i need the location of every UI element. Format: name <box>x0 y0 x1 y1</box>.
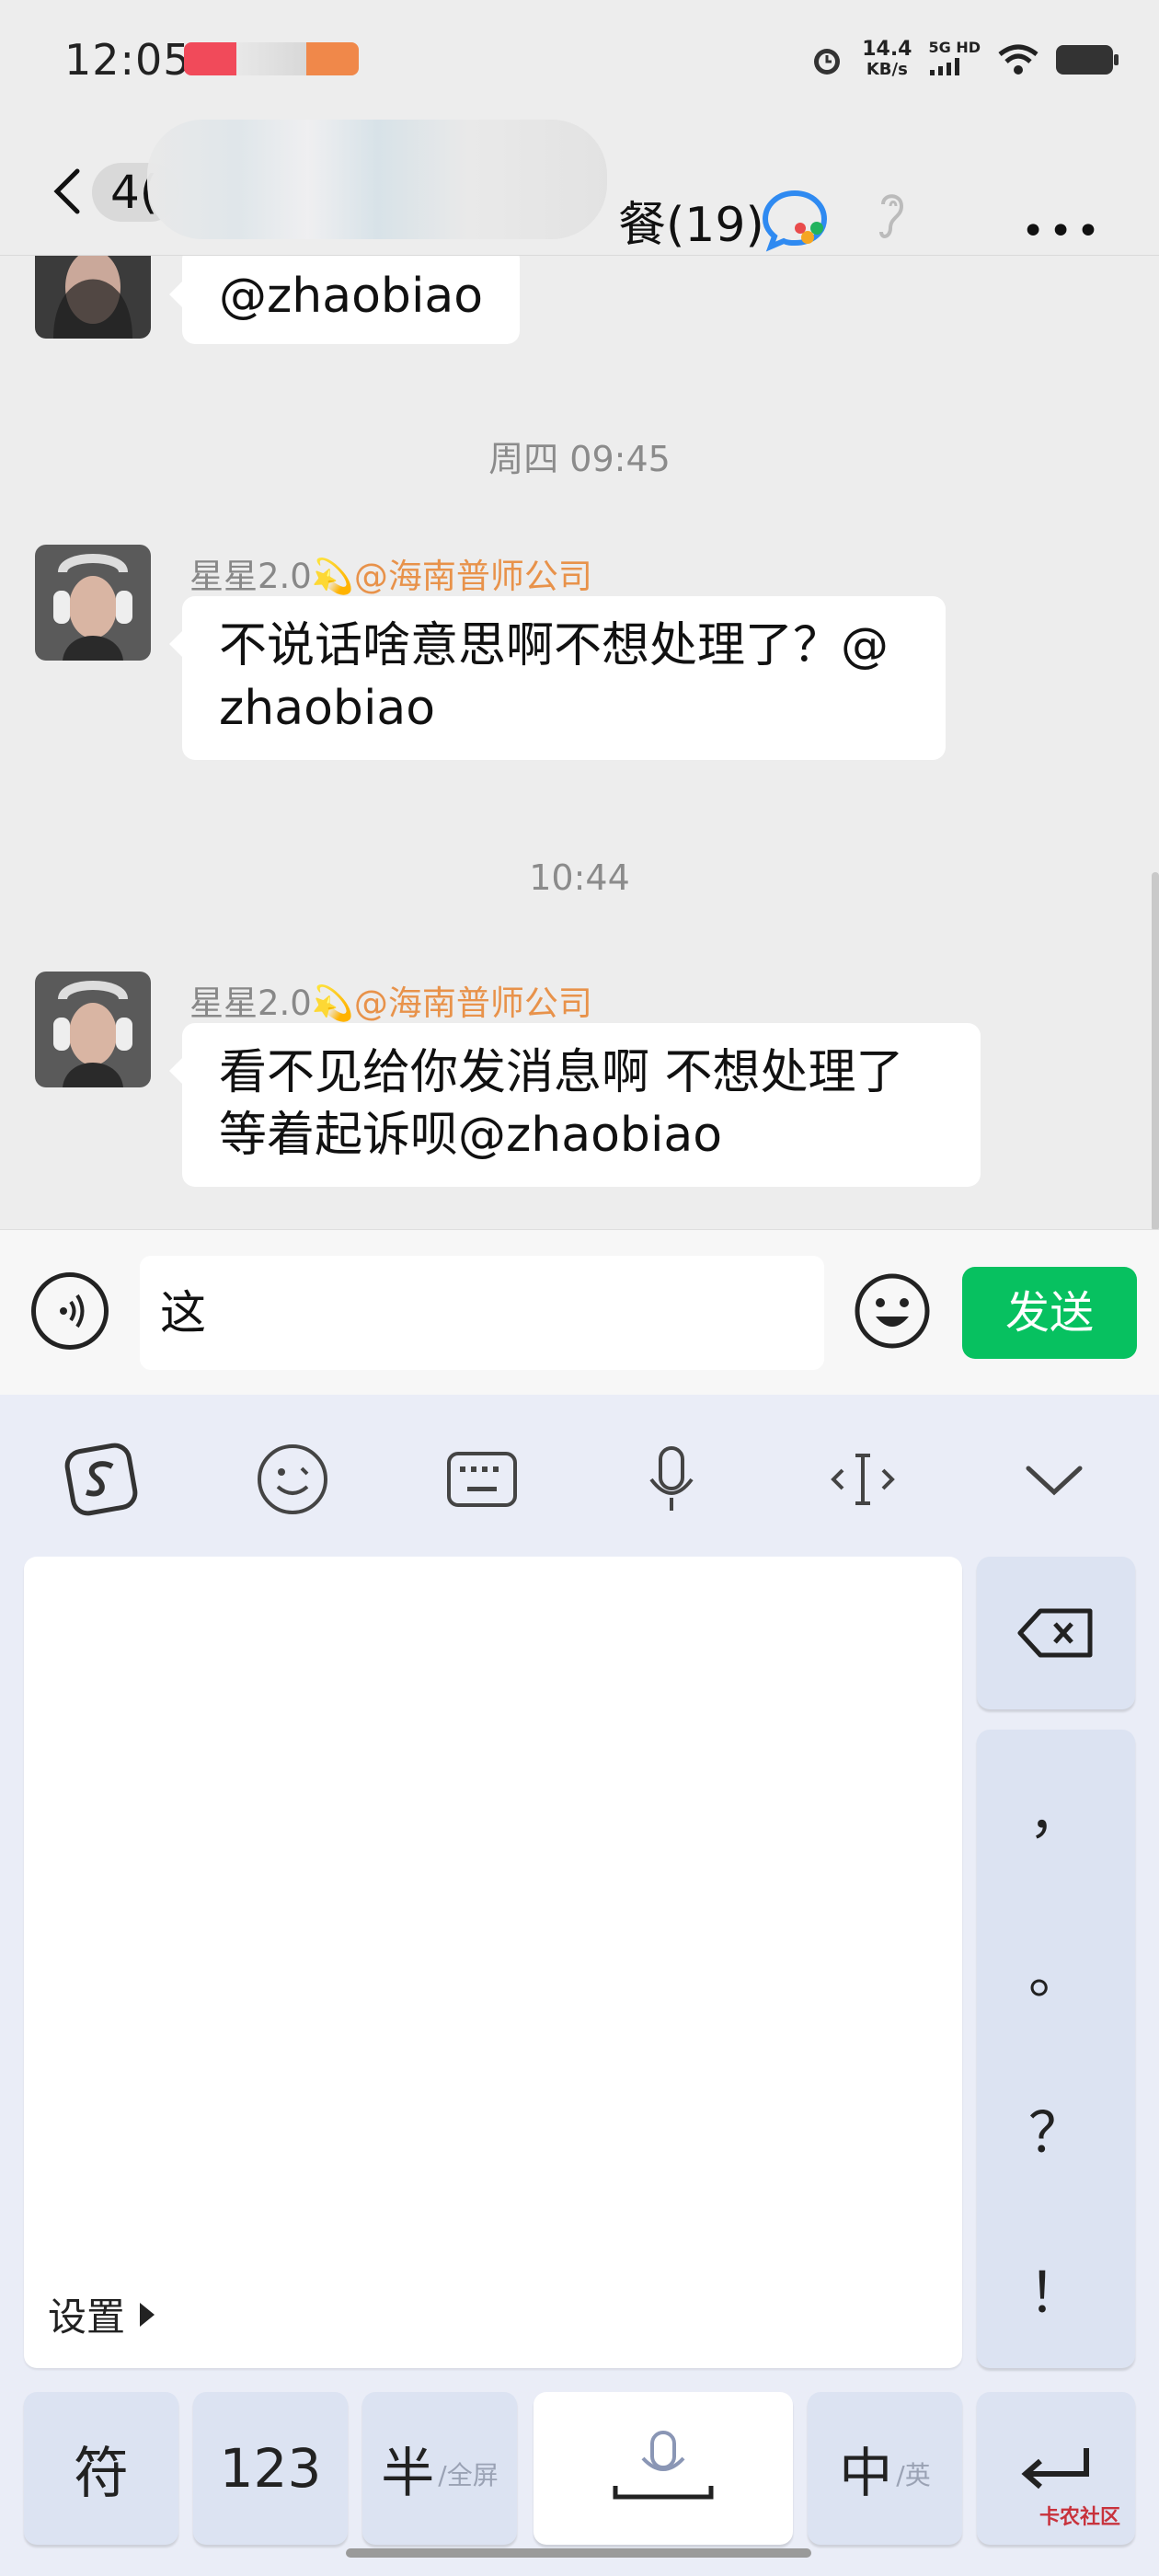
message-timestamp: 周四 09:45 <box>488 439 671 479</box>
exclamation-key[interactable]: ！ <box>1028 2248 1084 2329</box>
message-input[interactable]: 这 <box>140 1256 824 1370</box>
net-speed-unit: KB/s <box>866 59 908 79</box>
network-label: 5G HD <box>928 39 981 56</box>
notification-icons-blurred <box>184 42 359 75</box>
message-bubble[interactable]: 不说话啥意思啊不想处理了？@ zhaobiao <box>169 596 946 760</box>
message-bubble[interactable]: 看不见给你发消息啊 不想处理了 等着起诉呗@zhaobiao <box>169 1023 981 1187</box>
enter-icon <box>1021 2448 1089 2490</box>
half-label: 半 <box>381 2442 435 2504</box>
signal-icon <box>930 58 960 75</box>
avatar[interactable] <box>35 256 151 339</box>
period-key[interactable]: 。 <box>1028 1929 1084 2009</box>
more-options-icon[interactable]: ••• <box>1021 208 1104 255</box>
chinese-label: 中 <box>839 2442 893 2504</box>
microphone-icon[interactable] <box>625 1433 717 1525</box>
emoji-icon[interactable] <box>854 1272 931 1350</box>
sender-org: @海南普师公司 <box>353 983 592 1023</box>
ime-keyboard: 设置 ， 。 ？ ！ 符 123 半/全屏 中/英 卡农社区 <box>0 1395 1159 2576</box>
sender-name: 星星2.0💫@海南普师公司 <box>189 975 592 1025</box>
title-suffix: 餐(19) <box>618 198 764 253</box>
space-key[interactable] <box>534 2392 793 2545</box>
triangle-right-icon <box>140 2302 155 2327</box>
message-bubble-partial[interactable]: @zhaobiao <box>168 256 521 344</box>
message-text: @zhaobiao <box>219 269 484 324</box>
input-bar: 这 发送 <box>0 1229 1159 1395</box>
message-list[interactable]: @zhaobiao 周四 09:45 星星2.0💫@海南普师公司 不说话啥意思啊… <box>0 256 1159 1229</box>
half-sub-label: /全屏 <box>438 2460 499 2490</box>
collapse-keyboard-icon[interactable] <box>1008 1433 1100 1525</box>
handwriting-area[interactable]: 设置 <box>24 1557 962 2368</box>
voice-icon <box>60 1294 85 1328</box>
sender-nickname: 星星2.0💫 <box>189 983 354 1023</box>
network-speed: 14.4 KB/s <box>862 37 912 80</box>
alarm-icon <box>814 48 841 75</box>
title-redacted-blur <box>147 120 607 239</box>
sender-org: @海南普师公司 <box>353 557 592 596</box>
language-toggle-key[interactable]: 中/英 <box>808 2392 962 2545</box>
symbol-key[interactable]: 符 <box>24 2392 178 2545</box>
cursor-edit-icon[interactable] <box>817 1433 909 1525</box>
space-mic-icon <box>613 2431 714 2500</box>
punctuation-column[interactable]: ， 。 ？ ！ <box>977 1730 1135 2368</box>
message-line: 等着起诉呗@zhaobiao <box>219 1108 723 1163</box>
voice-input-button[interactable] <box>31 1272 109 1350</box>
question-key[interactable]: ？ <box>1028 2088 1084 2168</box>
message-line: 看不见给你发消息啊 不想处理了 <box>219 1045 904 1100</box>
keyboard-layout-icon[interactable] <box>436 1433 528 1525</box>
status-bar: 12:05 14.4 KB/s 5G HD <box>0 0 1159 129</box>
settings-button[interactable]: 设置 <box>48 2286 156 2342</box>
emoticon-icon[interactable] <box>247 1433 339 1525</box>
chat-header: 4( 餐(19) ••• <box>0 120 1159 256</box>
english-sub-label: /英 <box>896 2460 931 2490</box>
numeric-key[interactable]: 123 <box>193 2392 348 2545</box>
status-time: 12:05 <box>64 35 191 85</box>
ear-icon[interactable] <box>874 186 911 250</box>
comma-key[interactable]: ， <box>1028 1769 1084 1849</box>
status-icons: 14.4 KB/s 5G HD <box>809 37 1119 80</box>
sender-name: 星星2.0💫@海南普师公司 <box>189 548 592 598</box>
ime-logo-icon[interactable] <box>55 1433 147 1525</box>
network-type: 5G HD <box>928 39 981 80</box>
scrollbar[interactable] <box>1152 872 1159 1229</box>
message-timestamp: 10:44 <box>529 857 630 898</box>
watermark: 卡农社区 <box>1039 2506 1120 2529</box>
backspace-key[interactable] <box>977 1557 1135 1709</box>
wecom-icon[interactable] <box>760 186 830 256</box>
settings-label: 设置 <box>48 2294 126 2340</box>
avatar[interactable] <box>35 972 151 1087</box>
battery-icon <box>1056 44 1119 75</box>
half-width-key[interactable]: 半/全屏 <box>362 2392 517 2545</box>
send-button[interactable]: 发送 <box>962 1267 1137 1359</box>
net-speed-value: 14.4 <box>862 37 912 61</box>
backspace-icon <box>1017 1608 1093 1658</box>
wifi-icon <box>998 44 1039 75</box>
message-line: 不说话啥意思啊不想处理了？@ <box>219 618 889 673</box>
home-indicator[interactable] <box>346 2548 811 2558</box>
avatar[interactable] <box>35 545 151 661</box>
back-arrow-icon[interactable] <box>44 164 99 219</box>
message-line: zhaobiao <box>219 681 436 736</box>
sender-nickname: 星星2.0💫 <box>189 557 354 596</box>
